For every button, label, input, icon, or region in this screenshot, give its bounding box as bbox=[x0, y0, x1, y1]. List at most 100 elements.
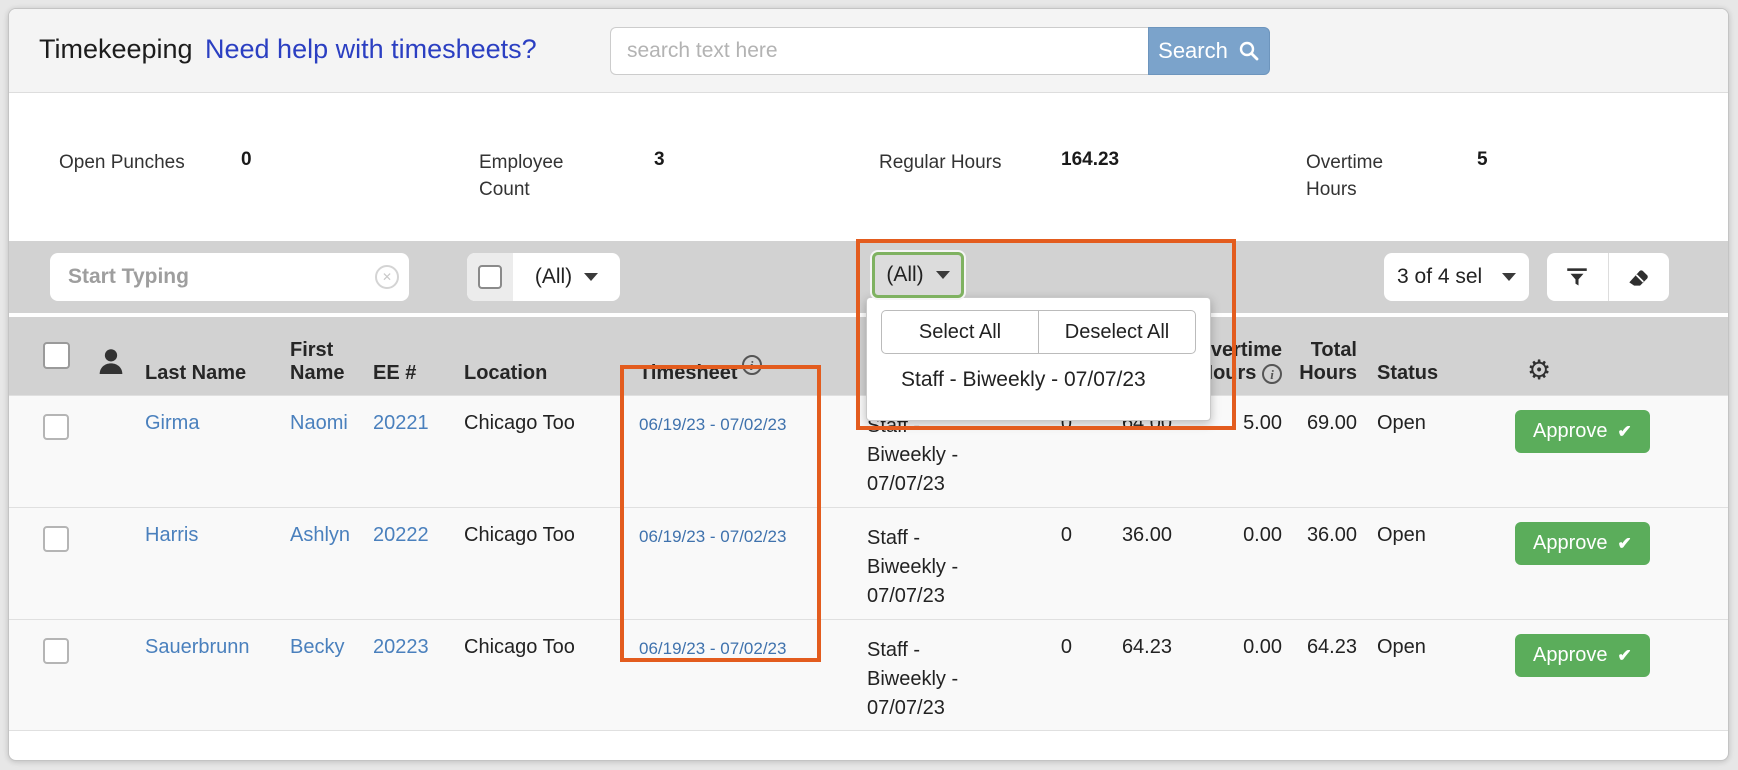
status-cell: Open bbox=[1357, 412, 1487, 435]
select-all-button[interactable]: Select All bbox=[881, 310, 1038, 354]
timesheet-link[interactable]: 06/19/23 - 07/02/23 bbox=[639, 415, 786, 435]
column-selector-dropdown[interactable]: 3 of 4 sel bbox=[1384, 253, 1529, 301]
stat-regular-hours-value: 164.23 bbox=[1061, 149, 1119, 171]
header-first-name[interactable]: First Name bbox=[290, 339, 373, 385]
gear-icon[interactable]: ⚙ bbox=[1527, 355, 1551, 385]
row-checkbox[interactable] bbox=[43, 526, 69, 552]
stat-employee-count-label: Employee Count bbox=[479, 149, 579, 203]
ee-number-link[interactable]: 20222 bbox=[373, 524, 429, 546]
select-all-checkbox[interactable] bbox=[43, 342, 70, 369]
apply-filter-button[interactable] bbox=[1547, 253, 1609, 301]
timesheet-link[interactable]: 06/19/23 - 07/02/23 bbox=[639, 527, 786, 547]
location-filter-dropdown[interactable]: (All) bbox=[513, 253, 620, 301]
pay-period-cell: Staff - Biweekly - 07/07/23 bbox=[867, 412, 992, 499]
open-punches-cell: 0 bbox=[992, 636, 1072, 659]
ee-number-link[interactable]: 20221 bbox=[373, 412, 429, 434]
row-checkbox-cell bbox=[43, 636, 95, 664]
location-cell: Chicago Too bbox=[464, 636, 639, 659]
total-hours-cell: 69.00 bbox=[1282, 412, 1357, 435]
ee-number-cell: 20222 bbox=[373, 524, 464, 547]
open-punches-cell: 0 bbox=[992, 524, 1072, 547]
chevron-down-icon bbox=[584, 273, 598, 281]
approve-button[interactable]: Approve✔ bbox=[1515, 410, 1650, 453]
header-last-name[interactable]: Last Name bbox=[145, 362, 290, 385]
overtime-hours-cell: 0.00 bbox=[1172, 636, 1282, 659]
regular-hours-cell: 36.00 bbox=[1072, 524, 1172, 547]
funnel-icon bbox=[1564, 264, 1590, 290]
last-name-link[interactable]: Harris bbox=[145, 524, 198, 546]
header-total-hours[interactable]: Total Hours bbox=[1282, 339, 1357, 385]
location-filter-checkbox[interactable] bbox=[478, 265, 502, 289]
ee-number-cell: 20223 bbox=[373, 636, 464, 659]
pay-period-filter-value: (All) bbox=[886, 263, 923, 287]
stat-regular-hours-label: Regular Hours bbox=[879, 149, 1002, 176]
first-name-link[interactable]: Ashlyn bbox=[290, 524, 350, 546]
timekeeping-panel: Timekeeping Need help with timesheets? S… bbox=[8, 8, 1729, 761]
clear-filters-button[interactable] bbox=[1609, 253, 1670, 301]
header-location[interactable]: Location bbox=[464, 362, 639, 385]
timesheet-cell: 06/19/23 - 07/02/23 bbox=[639, 412, 867, 436]
timesheet-link[interactable]: 06/19/23 - 07/02/23 bbox=[639, 639, 786, 659]
first-name-link[interactable]: Becky bbox=[290, 636, 344, 658]
action-cell: Approve✔ bbox=[1487, 412, 1677, 453]
first-name-cell: Becky bbox=[290, 636, 373, 659]
popup-buttons: Select All Deselect All bbox=[881, 310, 1196, 354]
location-cell: Chicago Too bbox=[464, 524, 639, 547]
timesheet-info-icon[interactable]: i bbox=[742, 355, 762, 375]
pay-period-cell: Staff - Biweekly - 07/07/23 bbox=[867, 524, 992, 611]
first-name-link[interactable]: Naomi bbox=[290, 412, 348, 434]
action-cell: Approve✔ bbox=[1487, 524, 1677, 565]
stat-overtime-hours-label: Overtime Hours bbox=[1306, 149, 1406, 203]
last-name-link[interactable]: Sauerbrunn bbox=[145, 636, 250, 658]
first-name-cell: Naomi bbox=[290, 412, 373, 435]
header-select-all-cell bbox=[43, 342, 95, 385]
deselect-all-button[interactable]: Deselect All bbox=[1038, 310, 1196, 354]
search-input[interactable] bbox=[610, 27, 1148, 75]
action-cell: Approve✔ bbox=[1487, 636, 1677, 677]
row-checkbox-cell bbox=[43, 412, 95, 440]
header-status[interactable]: Status bbox=[1357, 362, 1487, 385]
overtime-info-icon[interactable]: i bbox=[1262, 364, 1282, 384]
chevron-down-icon bbox=[1502, 273, 1516, 281]
status-cell: Open bbox=[1357, 636, 1487, 659]
eraser-icon bbox=[1625, 264, 1653, 290]
header-timesheet[interactable]: Timesheeti bbox=[639, 355, 867, 385]
pay-period-option[interactable]: Staff - Biweekly - 07/07/23 bbox=[901, 368, 1146, 392]
table-row: Harris Ashlyn 20222 Chicago Too 06/19/23… bbox=[9, 507, 1728, 619]
ee-number-cell: 20221 bbox=[373, 412, 464, 435]
search-button-label: Search bbox=[1158, 38, 1228, 64]
name-filter-input[interactable] bbox=[50, 253, 409, 301]
pay-period-cell: Staff - Biweekly - 07/07/23 bbox=[867, 636, 992, 723]
approve-label: Approve bbox=[1533, 644, 1608, 667]
pay-period-filter-dropdown[interactable]: (All) bbox=[872, 252, 964, 298]
approve-button[interactable]: Approve✔ bbox=[1515, 522, 1650, 565]
total-hours-cell: 64.23 bbox=[1282, 636, 1357, 659]
filter-action-buttons bbox=[1547, 253, 1669, 301]
ee-number-link[interactable]: 20223 bbox=[373, 636, 429, 658]
stat-open-punches-value: 0 bbox=[241, 149, 252, 171]
last-name-link[interactable]: Girma bbox=[145, 412, 199, 434]
clear-filter-icon[interactable]: ✕ bbox=[375, 265, 399, 289]
location-filter-value: (All) bbox=[535, 265, 572, 289]
pay-period-dropdown-popup: Select All Deselect All Staff - Biweekly… bbox=[866, 297, 1211, 421]
page-title: Timekeeping bbox=[39, 34, 193, 65]
status-cell: Open bbox=[1357, 524, 1487, 547]
top-bar: Timekeeping Need help with timesheets? S… bbox=[9, 9, 1728, 93]
location-cell: Chicago Too bbox=[464, 412, 639, 435]
header-ee-number[interactable]: EE # bbox=[373, 362, 464, 385]
stat-overtime-hours-value: 5 bbox=[1477, 149, 1488, 171]
row-checkbox[interactable] bbox=[43, 414, 69, 440]
table-body: Girma Naomi 20221 Chicago Too 06/19/23 -… bbox=[9, 395, 1728, 731]
help-link[interactable]: Need help with timesheets? bbox=[205, 34, 537, 65]
search-button[interactable]: Search bbox=[1148, 27, 1270, 75]
first-name-cell: Ashlyn bbox=[290, 524, 373, 547]
timesheet-cell: 06/19/23 - 07/02/23 bbox=[639, 636, 867, 660]
location-filter-checkbox-segment bbox=[467, 253, 513, 301]
table-row: Sauerbrunn Becky 20223 Chicago Too 06/19… bbox=[9, 619, 1728, 731]
approve-button[interactable]: Approve✔ bbox=[1515, 634, 1650, 677]
stat-open-punches-label: Open Punches bbox=[59, 149, 185, 176]
row-checkbox-cell bbox=[43, 524, 95, 552]
regular-hours-cell: 64.23 bbox=[1072, 636, 1172, 659]
row-checkbox[interactable] bbox=[43, 638, 69, 664]
stat-employee-count-value: 3 bbox=[654, 149, 665, 171]
